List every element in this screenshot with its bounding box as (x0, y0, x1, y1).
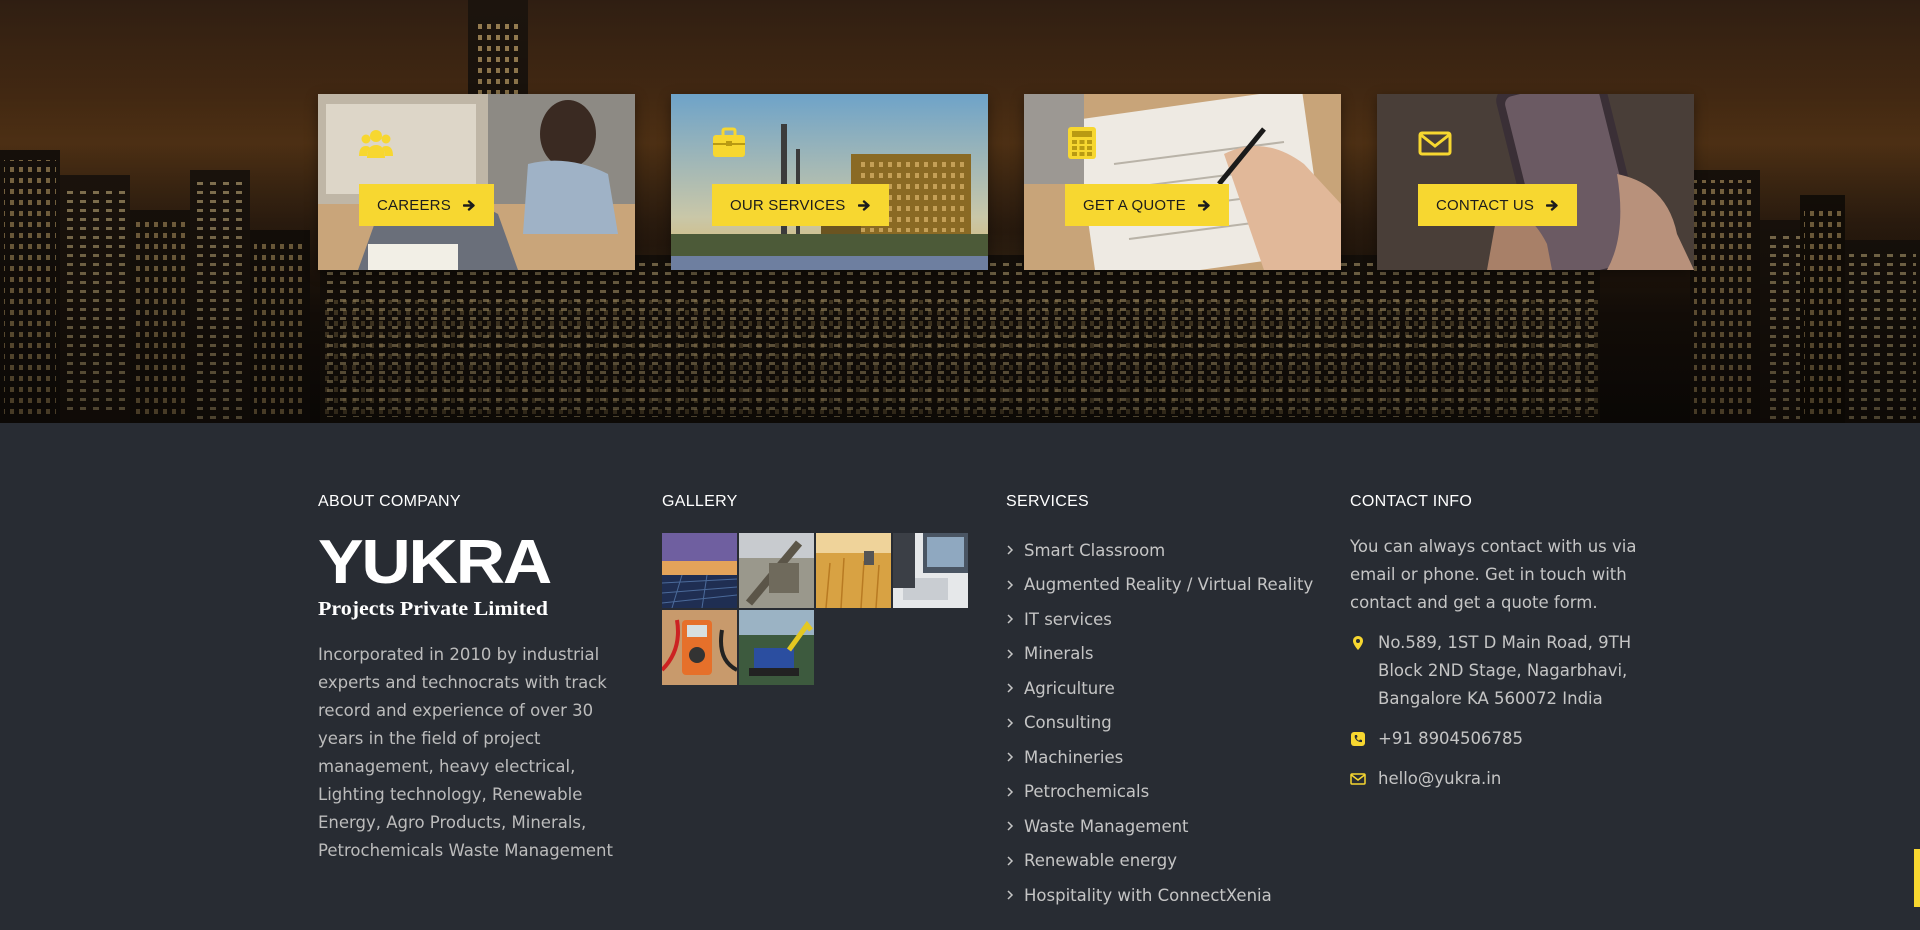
chevron-right-icon (1007, 856, 1014, 866)
contact-us-button[interactable]: CONTACT US (1418, 184, 1578, 226)
service-label: Minerals (1024, 644, 1094, 664)
yukra-logo[interactable]: YUKRA Projects Private Limited (318, 531, 558, 621)
service-link-waste-management[interactable]: Waste Management (1006, 809, 1336, 844)
service-link-it-services[interactable]: IT services (1006, 602, 1336, 637)
arrow-right-icon (1197, 199, 1210, 211)
service-link-smart-classroom[interactable]: Smart Classroom (1006, 533, 1336, 568)
service-label: Machineries (1024, 747, 1124, 767)
service-link-renewable-energy[interactable]: Renewable energy (1006, 844, 1336, 879)
about-company-description: Incorporated in 2010 by industrial exper… (318, 645, 613, 860)
arrow-right-icon (462, 199, 475, 211)
calculator-icon (1068, 127, 1096, 159)
service-link-machineries[interactable]: Machineries (1006, 740, 1336, 775)
contact-address: No.589, 1ST D Main Road, 9TH Block 2ND S… (1350, 629, 1670, 713)
service-label: Smart Classroom (1024, 540, 1166, 560)
contact-us-button-label: CONTACT US (1436, 196, 1535, 214)
logo-wordmark: YUKRA (318, 531, 551, 597)
contact-info-heading: CONTACT INFO (1350, 493, 1473, 510)
chevron-right-icon (1007, 614, 1014, 624)
careers-button[interactable]: CAREERS (359, 184, 494, 226)
site-footer: ABOUT COMPANY YUKRA Projects Private Lim… (0, 423, 1920, 930)
about-company-heading: ABOUT COMPANY (318, 493, 461, 510)
careers-button-label: CAREERS (377, 196, 451, 214)
service-label: Hospitality with ConnectXenia (1024, 885, 1272, 905)
gallery-section: GALLERY (662, 493, 972, 685)
contact-email: hello@yukra.in (1350, 765, 1670, 793)
service-label: Consulting (1024, 713, 1112, 733)
get-a-quote-button[interactable]: GET A QUOTE (1065, 184, 1229, 226)
gallery-heading: GALLERY (662, 493, 738, 510)
gallery-grid (662, 533, 972, 685)
service-link-petrochemicals[interactable]: Petrochemicals (1006, 775, 1336, 810)
service-label: Renewable energy (1024, 851, 1178, 871)
gallery-thumb-solar-panels[interactable] (662, 533, 737, 608)
service-link-minerals[interactable]: Minerals (1006, 637, 1336, 672)
chevron-right-icon (1007, 718, 1014, 728)
chevron-right-icon (1007, 821, 1014, 831)
smartphone-hand-photo (1377, 94, 1694, 270)
services-section: SERVICES Smart Classroom Augmented Reali… (1006, 493, 1336, 913)
contact-us-card[interactable]: CONTACT US (1377, 94, 1694, 270)
scroll-to-top-tab[interactable] (1914, 849, 1920, 907)
users-icon (359, 130, 393, 158)
arrow-right-icon (1546, 199, 1558, 211)
gallery-thumb-multimeter[interactable] (662, 610, 737, 685)
service-label: Petrochemicals (1024, 782, 1150, 802)
service-link-agriculture[interactable]: Agriculture (1006, 671, 1336, 706)
chevron-right-icon (1007, 752, 1014, 762)
our-services-button-label: OUR SERVICES (730, 196, 846, 214)
briefcase-icon (713, 127, 745, 157)
gallery-thumb-laptop-desk[interactable] (893, 533, 968, 608)
service-link-hospitality[interactable]: Hospitality with ConnectXenia (1006, 878, 1336, 913)
phone-icon (1351, 732, 1365, 746)
our-services-button[interactable]: OUR SERVICES (712, 184, 889, 226)
service-link-ar-vr[interactable]: Augmented Reality / Virtual Reality (1006, 568, 1336, 603)
gallery-thumb-excavator[interactable] (739, 610, 814, 685)
service-label: Agriculture (1024, 678, 1115, 698)
envelope-icon (1350, 773, 1366, 785)
address-text: No.589, 1ST D Main Road, 9TH Block 2ND S… (1378, 633, 1632, 708)
arrow-right-icon (857, 199, 870, 211)
get-a-quote-button-label: GET A QUOTE (1083, 196, 1186, 214)
contact-intro-text: You can always contact with us via email… (1350, 537, 1637, 612)
service-link-consulting[interactable]: Consulting (1006, 706, 1336, 741)
handshake-office-photo (318, 94, 635, 270)
chevron-right-icon (1007, 545, 1014, 555)
services-heading: SERVICES (1006, 493, 1090, 510)
about-company-section: ABOUT COMPANY YUKRA Projects Private Lim… (318, 493, 633, 865)
gallery-thumb-mining-conveyor[interactable] (739, 533, 814, 608)
service-label: Augmented Reality / Virtual Reality (1024, 575, 1314, 595)
our-services-card[interactable]: OUR SERVICES (671, 94, 988, 270)
refinery-photo (671, 94, 988, 270)
email-address[interactable]: hello@yukra.in (1378, 765, 1501, 793)
application-form-photo (1024, 94, 1341, 270)
chevron-right-icon (1007, 683, 1014, 693)
get-a-quote-card[interactable]: GET A QUOTE (1024, 94, 1341, 270)
phone-number[interactable]: +91 8904506785 (1378, 725, 1523, 753)
service-label: IT services (1024, 609, 1112, 629)
services-list: Smart Classroom Augmented Reality / Virt… (1006, 533, 1336, 913)
envelope-icon (1418, 131, 1452, 156)
gallery-thumb-wheat-field[interactable] (816, 533, 891, 608)
chevron-right-icon (1007, 787, 1014, 797)
chevron-right-icon (1007, 890, 1014, 900)
hero-banner: CAREERS OUR SERVICES GET A QUOTE CONTACT… (0, 0, 1920, 423)
contact-phone: +91 8904506785 (1350, 725, 1670, 753)
chevron-right-icon (1007, 580, 1014, 590)
map-marker-icon (1353, 636, 1363, 650)
chevron-right-icon (1007, 649, 1014, 659)
careers-card[interactable]: CAREERS (318, 94, 635, 270)
service-label: Waste Management (1024, 816, 1189, 836)
logo-tagline: Projects Private Limited (318, 598, 548, 620)
contact-info-section: CONTACT INFO You can always contact with… (1350, 493, 1670, 793)
